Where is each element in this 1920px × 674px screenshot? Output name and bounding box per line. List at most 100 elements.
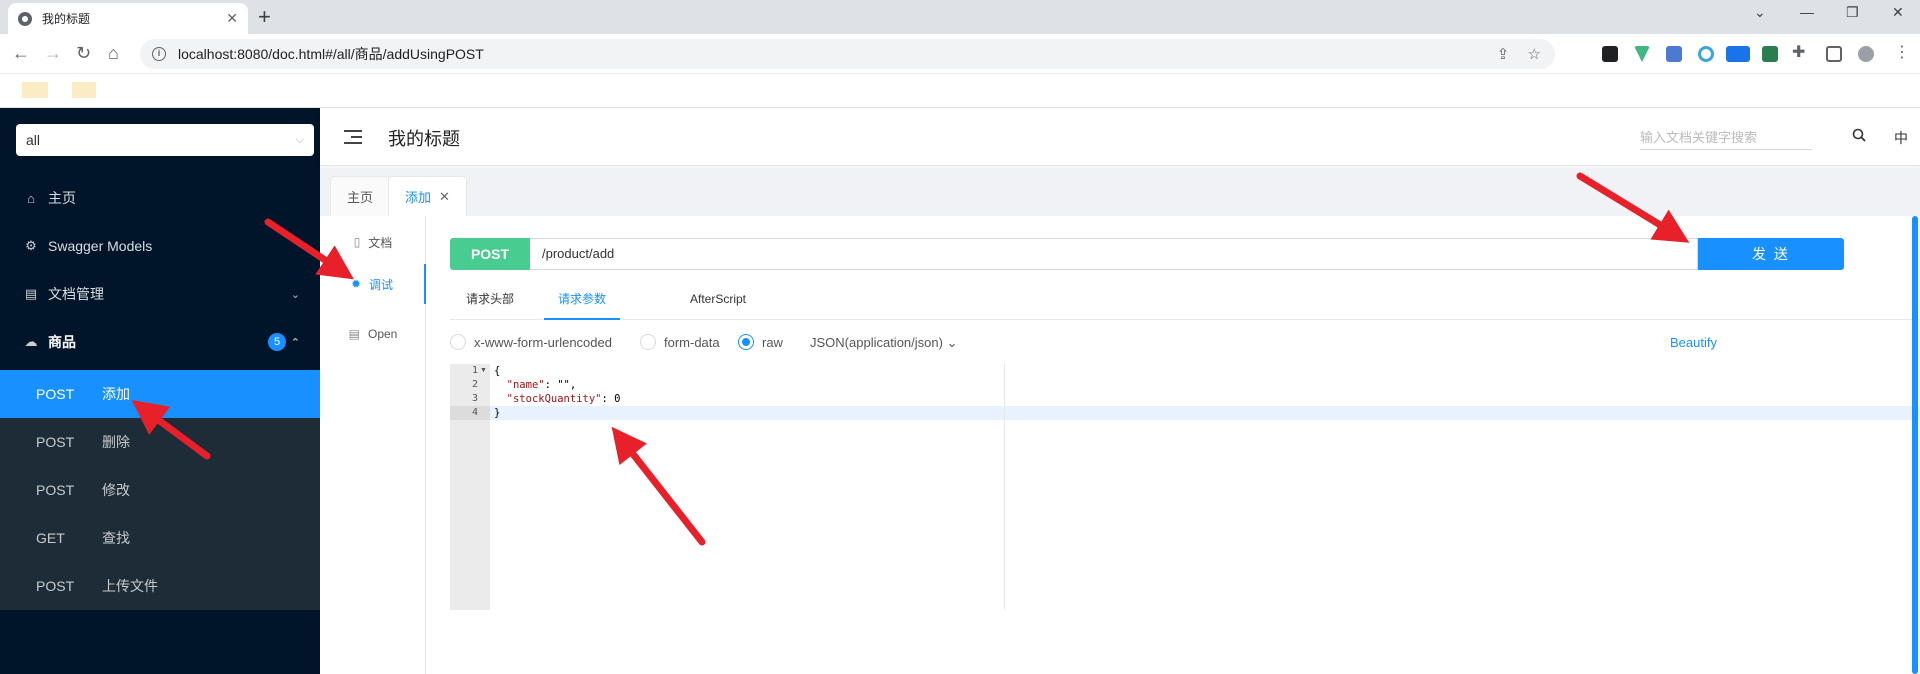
api-method: POST — [36, 482, 75, 498]
send-button[interactable]: 发 送 — [1698, 238, 1844, 270]
radio-raw[interactable] — [738, 334, 754, 350]
code-line-current: } — [490, 406, 1920, 420]
line-number: 3 — [471, 393, 478, 404]
api-label: 上传文件 — [102, 578, 158, 594]
api-method: POST — [36, 386, 75, 402]
subnav-label: 文档 — [368, 235, 393, 250]
tab-request-params[interactable]: 请求参数 — [544, 282, 621, 320]
api-label: 添加 — [102, 386, 130, 402]
api-debug-panel: ▯ 文档 ✹ 调试 ▤ Open POST /product/add 发 送 请… — [320, 216, 1920, 674]
api-label: 查找 — [102, 530, 130, 546]
sidebar-item-swagger-models[interactable]: ⚙ Swagger Models — [0, 222, 320, 270]
api-item-find[interactable]: GET 查找 — [0, 514, 320, 562]
bug-icon: ✹ — [350, 277, 362, 291]
api-method: POST — [36, 434, 75, 450]
cloud-icon: ☁ — [24, 334, 38, 349]
close-window-icon[interactable]: ✕ — [1892, 4, 1904, 21]
forward-icon[interactable]: → — [44, 43, 62, 63]
browser-tab[interactable]: 我的标题 ✕ — [8, 3, 248, 34]
sidebar-item-label: 主页 — [48, 190, 76, 206]
content-type-value: JSON(application/json) — [810, 335, 943, 350]
tab-afterscript[interactable]: AfterScript — [690, 282, 746, 320]
address-bar[interactable]: i localhost:8080/doc.html#/all/商品/addUsi… — [140, 39, 1555, 69]
file-icon: ▤ — [348, 327, 360, 341]
sidebar-item-doc-management[interactable]: ▤ 文档管理 ⌄ — [0, 270, 320, 318]
back-icon[interactable]: ← — [12, 43, 30, 63]
api-item-update[interactable]: POST 修改 — [0, 466, 320, 514]
api-method: POST — [36, 578, 75, 594]
new-tab-button[interactable]: + — [258, 5, 271, 29]
extension-icon[interactable] — [1666, 46, 1682, 62]
group-select[interactable]: all ⌵ — [16, 124, 314, 156]
profile-avatar-icon[interactable] — [1858, 46, 1874, 62]
fold-arrow-icon[interactable]: ▼ — [480, 367, 487, 374]
subnav-open[interactable]: ▤ Open — [320, 314, 426, 354]
doc-search-input[interactable] — [1640, 126, 1812, 150]
sidebar-item-label: 文档管理 — [48, 286, 104, 302]
extension-icon[interactable] — [1602, 46, 1618, 62]
chevron-down-icon: ⌄ — [290, 288, 300, 301]
tab-search-icon[interactable]: ⌄ — [1754, 4, 1766, 21]
request-path-input[interactable]: /product/add — [530, 238, 1698, 270]
line-number: 2 — [471, 379, 478, 390]
site-info-icon[interactable]: i — [152, 47, 166, 61]
group-select-value: all — [26, 132, 41, 148]
request-tabs: 请求头部 请求参数 AfterScript — [450, 282, 1920, 320]
print-margin — [1004, 364, 1005, 610]
maximize-icon[interactable]: ❐ — [1846, 4, 1859, 21]
address-url[interactable]: localhost:8080/doc.html#/all/商品/addUsing… — [178, 44, 484, 64]
api-item-delete[interactable]: POST 删除 — [0, 418, 320, 466]
line-number: 4 — [450, 406, 490, 420]
search-icon[interactable] — [1852, 128, 1866, 142]
api-method: GET — [36, 530, 65, 546]
code-line: { — [494, 365, 501, 377]
home-icon[interactable]: ⌂ — [108, 43, 119, 63]
close-tab-icon[interactable]: ✕ — [226, 10, 238, 27]
new-extension-icon[interactable] — [1726, 46, 1750, 62]
api-item-add[interactable]: POST 添加 — [0, 370, 320, 418]
browser-tab-strip: 我的标题 ✕ + ⌄ — ❐ ✕ — [0, 0, 1920, 34]
radio-form-data[interactable] — [640, 334, 656, 350]
globe-icon — [18, 11, 32, 26]
tab-home[interactable]: 主页 — [330, 176, 391, 216]
extension-icon[interactable] — [1762, 46, 1778, 62]
radio-label: x-www-form-urlencoded — [474, 335, 612, 350]
api-item-upload[interactable]: POST 上传文件 — [0, 562, 320, 610]
vertical-scrollbar[interactable] — [1912, 216, 1918, 674]
beautify-button[interactable]: Beautify — [1670, 335, 1717, 350]
chevron-down-icon: ⌵ — [295, 133, 304, 146]
http-method-tag: POST — [450, 238, 530, 270]
menu-fold-icon[interactable] — [344, 130, 362, 144]
tab-label: 主页 — [347, 190, 374, 205]
page-title: 我的标题 — [388, 129, 460, 149]
side-panel-icon[interactable] — [1826, 46, 1842, 62]
subnav-doc[interactable]: ▯ 文档 — [320, 222, 426, 262]
sidebar-item-home[interactable]: ⌂ 主页 — [0, 174, 320, 222]
share-icon[interactable]: ⇪ — [1497, 46, 1510, 63]
json-code-editor[interactable]: 1 ▼ 2 3 4 { "name": "", "stockQuantity":… — [450, 364, 1920, 610]
tab-request-headers[interactable]: 请求头部 — [466, 282, 514, 320]
doc-tabs-bar: 主页 添加 ✕ — [320, 168, 1920, 216]
reload-icon[interactable]: ↻ — [76, 43, 91, 63]
extension-icon[interactable] — [1698, 46, 1714, 62]
extensions-puzzle-icon[interactable]: ✚ — [1792, 43, 1805, 63]
content-type-dropdown[interactable]: JSON(application/json) ⌄ — [810, 335, 957, 351]
bookmark-item[interactable] — [22, 82, 48, 98]
radio-urlencoded[interactable] — [450, 334, 466, 350]
api-label: 删除 — [102, 434, 130, 450]
editor-gutter: 1 ▼ 2 3 4 — [450, 364, 490, 610]
menu-kebab-icon[interactable]: ⋮ — [1894, 43, 1910, 63]
vue-devtools-icon[interactable] — [1634, 46, 1650, 62]
tab-add[interactable]: 添加 ✕ — [388, 176, 467, 216]
minimize-icon[interactable]: — — [1800, 4, 1814, 20]
subnav-debug[interactable]: ✹ 调试 — [320, 264, 426, 304]
language-toggle[interactable]: 中 — [1894, 128, 1908, 148]
sidebar-item-goods[interactable]: ☁ 商品 5 ⌃ — [0, 318, 320, 366]
sidebar-item-label: Swagger Models — [48, 238, 153, 254]
tab-label: 添加 — [405, 190, 432, 205]
doc-subnav: ▯ 文档 ✹ 调试 ▤ Open — [320, 216, 426, 674]
bookmark-item[interactable] — [72, 82, 96, 98]
close-icon[interactable]: ✕ — [439, 189, 450, 205]
bookmark-star-icon[interactable]: ☆ — [1528, 46, 1541, 63]
document-icon: ▯ — [353, 235, 361, 249]
